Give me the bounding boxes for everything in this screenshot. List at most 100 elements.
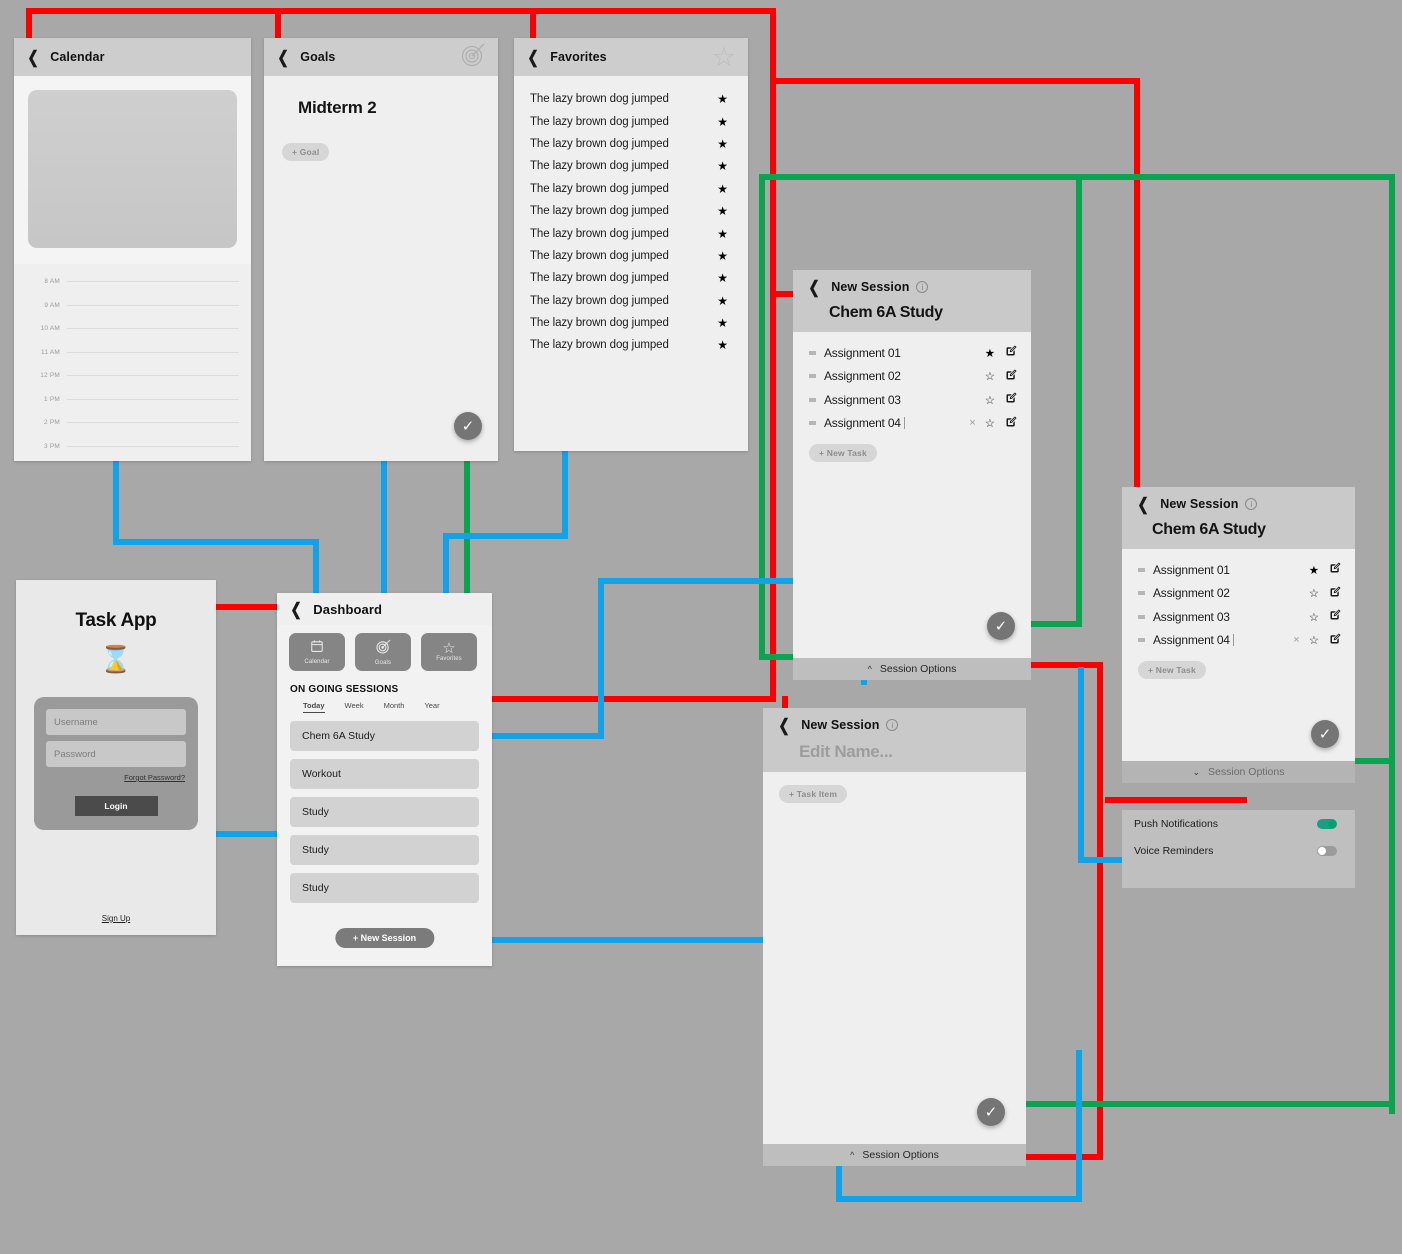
edit-icon[interactable] [1005, 392, 1017, 407]
forgot-password-link[interactable]: Forgot Password? [46, 773, 186, 782]
edit-icon[interactable] [1329, 562, 1341, 577]
login-button[interactable]: Login [74, 796, 158, 816]
favorite-row[interactable]: The lazy brown dog jumped ★ [514, 312, 748, 334]
star-filled-icon[interactable]: ★ [717, 204, 728, 218]
chevron-left-icon[interactable]: ❮ [277, 49, 288, 66]
calendar-day-grid[interactable]: 8 AM 9 AM 10 AM 11 AM 12 PM 1 PM 2 PM 3 … [14, 264, 251, 458]
edit-icon[interactable] [1329, 609, 1341, 624]
calendar-hour-row[interactable]: 2 PM [14, 411, 251, 435]
drag-handle-icon[interactable] [1138, 614, 1145, 619]
task-row[interactable]: Assignment 03 ☆ [1122, 605, 1355, 629]
task-row[interactable]: Assignment 04 × ☆ [793, 412, 1031, 436]
task-row[interactable]: Assignment 01 ★ [1122, 558, 1355, 582]
session-list-item[interactable]: Study [290, 873, 479, 903]
star-filled-icon[interactable]: ★ [717, 159, 728, 173]
calendar-month-card[interactable] [28, 90, 237, 248]
option-push-notifications[interactable]: Push Notifications [1122, 810, 1355, 837]
chevron-left-icon[interactable]: ❮ [808, 279, 819, 296]
confirm-session-fab[interactable]: ✓ [1311, 720, 1339, 748]
star-filled-icon[interactable]: ★ [1309, 563, 1319, 577]
tab-week[interactable]: Week [345, 701, 364, 713]
info-icon[interactable]: i [916, 281, 929, 293]
star-filled-icon[interactable]: ★ [717, 137, 728, 151]
chevron-left-icon[interactable]: ❮ [527, 49, 538, 66]
tab-today[interactable]: Today [303, 701, 325, 713]
task-row[interactable]: Assignment 04 × ☆ [1122, 629, 1355, 653]
new-session-button[interactable]: + New Session [334, 928, 435, 948]
new-task-button[interactable]: + New Task [1138, 661, 1206, 679]
session-list-item[interactable]: Study [290, 835, 479, 865]
session-list-item[interactable]: Study [290, 797, 479, 827]
username-input[interactable]: Username [46, 709, 186, 735]
task-label[interactable]: Assignment 01 [1153, 563, 1230, 577]
session-name[interactable]: Chem 6A Study [1122, 521, 1355, 539]
task-label[interactable]: Assignment 01 [824, 346, 901, 360]
favorites-list[interactable]: The lazy brown dog jumped ★ The lazy brown… [514, 76, 748, 357]
task-list[interactable]: Assignment 01 ★ Assignment 02 ☆ Assignment 0… [1122, 549, 1355, 652]
calendar-hour-row[interactable]: 9 AM [14, 294, 251, 318]
info-icon[interactable]: i [886, 719, 899, 731]
chevron-left-icon[interactable]: ❮ [778, 717, 789, 734]
confirm-goal-fab[interactable]: ✓ [454, 412, 482, 440]
task-row[interactable]: Assignment 03 ☆ [793, 388, 1031, 412]
drag-handle-icon[interactable] [1138, 591, 1145, 596]
star-filled-icon[interactable]: ★ [717, 271, 728, 285]
task-label[interactable]: Assignment 03 [1153, 610, 1230, 624]
drag-handle-icon[interactable] [1138, 567, 1145, 572]
voice-reminders-toggle[interactable] [1317, 845, 1337, 856]
chevron-left-icon[interactable]: ❮ [1137, 496, 1148, 513]
edit-icon[interactable] [1329, 633, 1341, 648]
drag-handle-icon[interactable] [809, 350, 816, 355]
close-icon[interactable]: × [1293, 634, 1299, 646]
confirm-session-fab[interactable]: ✓ [977, 1098, 1005, 1126]
add-task-item-button[interactable]: + Task Item [779, 785, 848, 803]
favorite-row[interactable]: The lazy brown dog jumped ★ [514, 222, 748, 244]
drag-handle-icon[interactable] [809, 374, 816, 379]
shortcut-favorites[interactable]: ☆ Favorites [421, 633, 477, 671]
task-label[interactable]: Assignment 02 [1153, 586, 1230, 600]
task-label[interactable]: Assignment 04 [824, 416, 901, 430]
star-outline-icon[interactable]: ☆ [985, 416, 995, 430]
close-icon[interactable]: × [969, 417, 975, 429]
star-filled-icon[interactable]: ★ [717, 294, 728, 308]
task-row[interactable]: Assignment 02 ☆ [1122, 582, 1355, 606]
favorite-row[interactable]: The lazy brown dog jumped ★ [514, 334, 748, 356]
session-name-placeholder[interactable]: Edit Name... [763, 742, 1026, 762]
chevron-left-icon[interactable]: ❮ [290, 601, 301, 618]
favorite-row[interactable]: The lazy brown dog jumped ★ [514, 267, 748, 289]
sessions-list[interactable]: Chem 6A Study Workout Study Study Study [277, 713, 492, 903]
calendar-hour-row[interactable]: 1 PM [14, 388, 251, 412]
favorite-row[interactable]: The lazy brown dog jumped ★ [514, 290, 748, 312]
chevron-left-icon[interactable]: ❮ [27, 49, 38, 66]
calendar-hour-row[interactable]: 11 AM [14, 341, 251, 365]
signup-link[interactable]: Sign Up [16, 914, 216, 923]
star-outline-icon[interactable]: ☆ [985, 369, 995, 383]
star-outline-icon[interactable]: ☆ [1309, 610, 1319, 624]
option-voice-reminders[interactable]: Voice Reminders [1122, 837, 1355, 864]
favorite-row[interactable]: The lazy brown dog jumped ★ [514, 200, 748, 222]
favorite-row[interactable]: The lazy brown dog jumped ★ [514, 178, 748, 200]
drag-handle-icon[interactable] [809, 421, 816, 426]
star-filled-icon[interactable]: ★ [717, 182, 728, 196]
star-filled-icon[interactable]: ★ [717, 316, 728, 330]
favorite-row[interactable]: The lazy brown dog jumped ★ [514, 88, 748, 110]
add-goal-button[interactable]: + Goal [282, 143, 330, 161]
push-notifications-toggle[interactable] [1317, 818, 1337, 829]
star-filled-icon[interactable]: ★ [717, 338, 728, 352]
shortcut-goals[interactable]: Goals [355, 633, 411, 671]
drag-handle-icon[interactable] [809, 397, 816, 402]
password-input[interactable]: Password [46, 741, 186, 767]
task-label[interactable]: Assignment 04 [1153, 633, 1230, 647]
task-row[interactable]: Assignment 02 ☆ [793, 365, 1031, 389]
favorite-row[interactable]: The lazy brown dog jumped ★ [514, 110, 748, 132]
session-list-item[interactable]: Chem 6A Study [290, 721, 479, 751]
info-icon[interactable]: i [1245, 498, 1258, 510]
edit-icon[interactable] [1005, 345, 1017, 360]
star-outline-icon[interactable]: ☆ [1309, 586, 1319, 600]
session-name[interactable]: Chem 6A Study [793, 304, 1031, 322]
star-outline-icon[interactable]: ☆ [1309, 633, 1319, 647]
star-filled-icon[interactable]: ★ [985, 346, 995, 360]
star-filled-icon[interactable]: ★ [717, 249, 728, 263]
session-options-bar[interactable]: ^ Session Options [793, 658, 1031, 680]
star-outline-icon[interactable]: ☆ [985, 393, 995, 407]
